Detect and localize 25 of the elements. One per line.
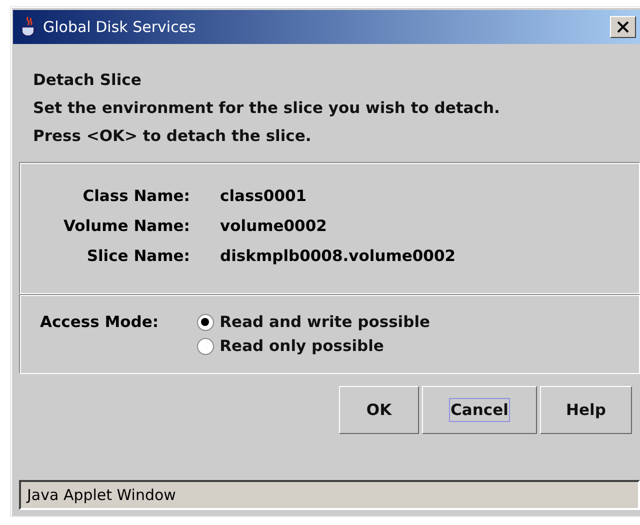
dialog-button[interactable]: Cancel <box>422 386 537 434</box>
focus-ring: OK <box>365 400 393 421</box>
radio-option[interactable]: Read and write possible <box>196 313 430 331</box>
focus-ring: Cancel <box>448 398 510 422</box>
coffee-cup-icon <box>19 16 39 38</box>
close-icon <box>617 21 629 33</box>
field-label: Class Name: <box>82 187 190 205</box>
instruction-text: Set the environment for the slice you wish to detach. <box>33 98 501 119</box>
close-button[interactable] <box>610 16 636 38</box>
dialog-button[interactable]: OK <box>339 386 419 434</box>
field-label: Access Mode: <box>40 313 159 333</box>
radio-option[interactable]: Read only possible <box>196 337 430 355</box>
radio-button[interactable] <box>196 314 214 330</box>
focus-ring: Help <box>565 400 607 421</box>
instruction-text: Press <OK> to detach the slice. <box>33 126 312 147</box>
dialog-heading: Detach Slice <box>33 70 142 91</box>
dialog-button[interactable]: Help <box>540 386 632 434</box>
field-label: Slice Name: <box>86 247 190 265</box>
status-bar: Java Applet Window <box>19 480 640 510</box>
window-title: Global Disk Services <box>43 18 197 36</box>
field-value: diskmplb0008.volume0002 <box>220 247 457 265</box>
field-value: class0001 <box>220 187 308 205</box>
radio-button[interactable] <box>196 338 214 354</box>
field-label: Volume Name: <box>62 217 190 235</box>
field-value: volume0002 <box>220 217 328 235</box>
